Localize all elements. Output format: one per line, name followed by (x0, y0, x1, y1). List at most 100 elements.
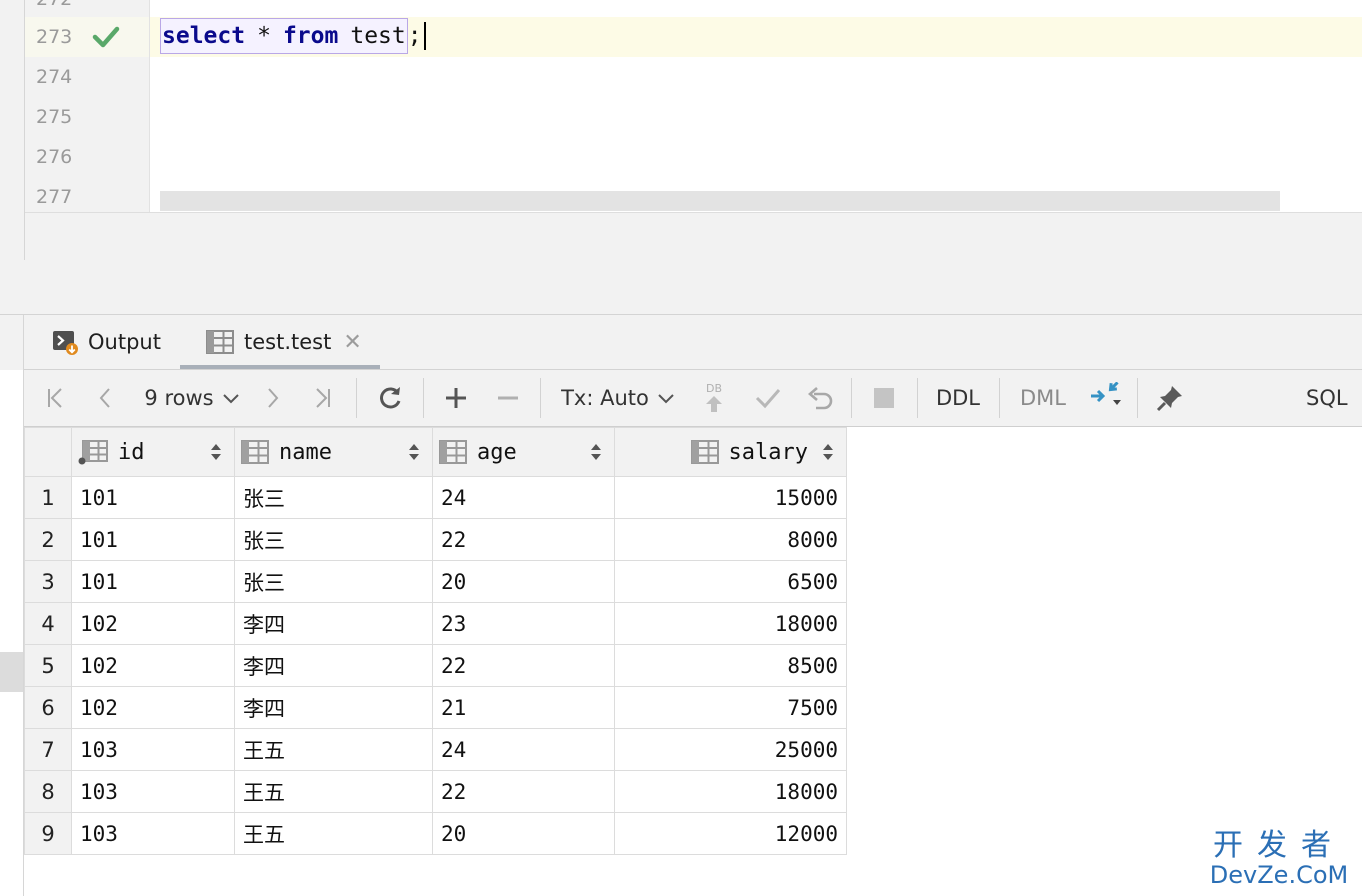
rows-count-label: 9 rows (144, 386, 214, 410)
column-name: id (118, 439, 145, 465)
refresh-icon[interactable] (370, 370, 410, 426)
table-row[interactable]: 5 102 李四 22 8500 (24, 644, 847, 687)
cell-name[interactable]: 李四 (234, 686, 433, 729)
table-row[interactable]: 9 103 王五 20 12000 (24, 812, 847, 855)
cell-salary[interactable]: 8500 (614, 644, 847, 687)
row-number[interactable]: 4 (24, 602, 72, 645)
cell-age[interactable]: 23 (432, 602, 615, 645)
table-row[interactable]: 8 103 王五 22 18000 (24, 770, 847, 813)
code-line[interactable]: select * from test ; (160, 18, 426, 54)
sort-icon[interactable] (590, 443, 602, 461)
tab-output[interactable]: Output (52, 315, 161, 369)
dml-button[interactable]: DML (1010, 370, 1076, 426)
cell-salary[interactable]: 18000 (614, 602, 847, 645)
close-icon[interactable]: ✕ (343, 330, 361, 355)
row-number[interactable]: 5 (24, 644, 72, 687)
cell-age[interactable]: 24 (432, 728, 615, 771)
sort-icon[interactable] (210, 443, 222, 461)
cell-salary[interactable]: 18000 (614, 770, 847, 813)
cell-age[interactable]: 22 (432, 644, 615, 687)
prev-page-icon[interactable] (88, 370, 124, 426)
cell-id[interactable]: 103 (71, 812, 235, 855)
cell-age[interactable]: 20 (432, 812, 615, 855)
table-row[interactable]: 6 102 李四 21 7500 (24, 686, 847, 729)
cell-age[interactable]: 22 (432, 770, 615, 813)
column-icon (241, 440, 269, 464)
column-header-id[interactable]: id (71, 427, 235, 477)
rows-selector[interactable]: 9 rows (140, 370, 244, 426)
cell-name[interactable]: 王五 (234, 770, 433, 813)
cell-age[interactable]: 24 (432, 476, 615, 519)
commit-check-icon[interactable] (748, 370, 788, 426)
tx-mode-selector[interactable]: Tx: Auto (558, 370, 678, 426)
cell-name[interactable]: 张三 (234, 560, 433, 603)
sort-icon[interactable] (822, 443, 834, 461)
cell-name[interactable]: 张三 (234, 476, 433, 519)
cell-name[interactable]: 王五 (234, 812, 433, 855)
table-row[interactable]: 4 102 李四 23 18000 (24, 602, 847, 645)
sort-icon[interactable] (408, 443, 420, 461)
next-page-icon[interactable] (254, 370, 290, 426)
row-number[interactable]: 9 (24, 812, 72, 855)
first-page-icon[interactable] (38, 370, 74, 426)
cell-id[interactable]: 101 (71, 476, 235, 519)
table-row[interactable]: 1 101 张三 24 15000 (24, 476, 847, 519)
row-number[interactable]: 6 (24, 686, 72, 729)
cell-id[interactable]: 102 (71, 686, 235, 729)
row-number[interactable]: 7 (24, 728, 72, 771)
row-number[interactable]: 2 (24, 518, 72, 561)
table-row[interactable]: 7 103 王五 24 25000 (24, 728, 847, 771)
table-row[interactable]: 3 101 张三 20 6500 (24, 560, 847, 603)
cell-salary[interactable]: 15000 (614, 476, 847, 519)
cell-id[interactable]: 101 (71, 560, 235, 603)
splitter-band[interactable] (0, 260, 1362, 315)
grid-corner[interactable] (24, 427, 72, 477)
cell-id[interactable]: 101 (71, 518, 235, 561)
cell-name[interactable]: 李四 (234, 602, 433, 645)
left-tool-strip (0, 0, 25, 260)
column-header-salary[interactable]: salary (614, 427, 847, 477)
delete-row-icon[interactable] (488, 370, 528, 426)
cell-name[interactable]: 张三 (234, 518, 433, 561)
cell-name[interactable]: 李四 (234, 644, 433, 687)
db-submit-icon[interactable]: DB (696, 370, 732, 426)
cell-salary[interactable]: 8000 (614, 518, 847, 561)
pin-icon[interactable] (1150, 370, 1190, 426)
cell-name[interactable]: 王五 (234, 728, 433, 771)
add-row-icon[interactable] (436, 370, 476, 426)
cell-salary[interactable]: 12000 (614, 812, 847, 855)
last-page-icon[interactable] (304, 370, 340, 426)
cell-id[interactable]: 102 (71, 602, 235, 645)
row-number[interactable]: 1 (24, 476, 72, 519)
cell-id[interactable]: 103 (71, 770, 235, 813)
statement-highlight[interactable]: select * from test (160, 18, 408, 54)
tab-test-test[interactable]: test.test ✕ (180, 315, 380, 369)
compare-arrows-icon[interactable] (1084, 370, 1128, 426)
sql-button[interactable]: SQL (1306, 370, 1362, 426)
cell-id[interactable]: 102 (71, 644, 235, 687)
cell-salary[interactable]: 25000 (614, 728, 847, 771)
check-icon[interactable] (92, 24, 120, 50)
cell-salary[interactable]: 6500 (614, 560, 847, 603)
column-icon (690, 440, 719, 464)
column-header-name[interactable]: name (234, 427, 433, 477)
toolbar-separator (917, 378, 918, 418)
watermark: 开发者 DevZe.CoM (1204, 828, 1354, 889)
cell-age[interactable]: 21 (432, 686, 615, 729)
row-number[interactable]: 8 (24, 770, 72, 813)
table-row[interactable]: 2 101 张三 22 8000 (24, 518, 847, 561)
left-strip-marker[interactable] (0, 652, 23, 692)
cell-salary[interactable]: 7500 (614, 686, 847, 729)
cell-id[interactable]: 103 (71, 728, 235, 771)
rollback-icon[interactable] (800, 370, 840, 426)
horizontal-scrollbar[interactable] (160, 191, 1280, 211)
cell-age[interactable]: 22 (432, 518, 615, 561)
row-number[interactable]: 3 (24, 560, 72, 603)
ddl-button[interactable]: DDL (928, 370, 988, 426)
watermark-cn: 开发者 (1213, 828, 1345, 863)
column-header-age[interactable]: age (432, 427, 615, 477)
stop-icon[interactable] (864, 370, 904, 426)
cell-age[interactable]: 20 (432, 560, 615, 603)
ddl-label: DDL (935, 386, 981, 410)
result-grid[interactable]: id name age salary 1 101 张三 24 15000 2 1… (24, 427, 847, 855)
